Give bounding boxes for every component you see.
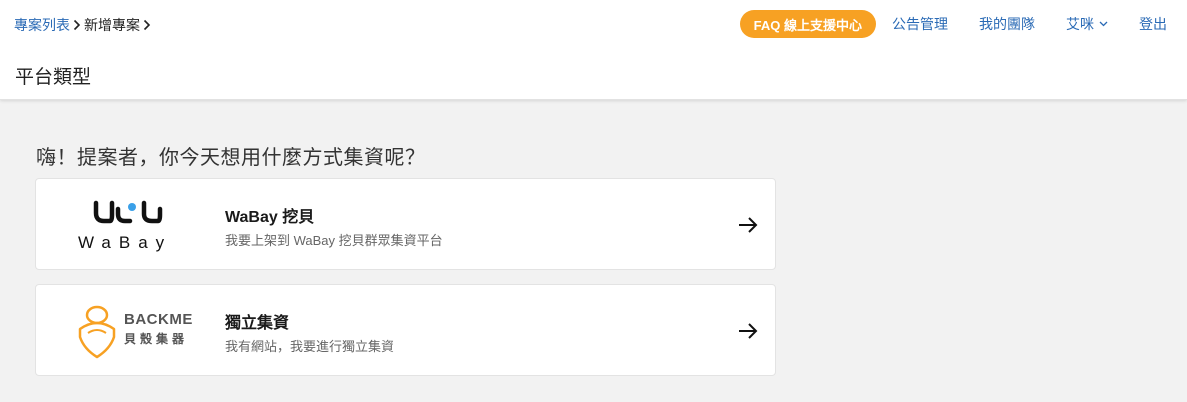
backme-logo: BACKME 貝殼集器 [74,297,234,365]
nav-announcements[interactable]: 公告管理 [892,14,948,34]
wabay-logo: WaBay [74,191,234,259]
option-title: WaBay 挖貝 [225,209,315,226]
option-subtitle: 我要上架到 WaBay 挖貝群眾集資平台 [225,233,443,248]
breadcrumb: 專案列表 新增專案 [14,15,154,35]
arrow-right-icon [737,320,759,342]
top-nav: FAQ 線上支援中心 公告管理 我的團隊 艾咪 登出 [739,10,1167,38]
user-menu[interactable]: 艾咪 [1066,14,1108,34]
chevron-right-icon [73,19,81,31]
option-card-wabay[interactable]: WaBay WaBay 挖貝 我要上架到 WaBay 挖貝群眾集資平台 [35,178,776,270]
option-card-independent[interactable]: BACKME 貝殼集器 獨立集資 我有網站，我要進行獨立集資 [35,284,776,376]
shell-icon [78,305,116,359]
wabay-logo-text: WaBay [78,233,172,252]
chevron-down-icon [1099,21,1108,27]
top-header: 專案列表 新增專案 平台類型 FAQ 線上支援中心 公告管理 我的團隊 艾咪 登… [0,0,1187,100]
logout-link[interactable]: 登出 [1139,14,1167,34]
option-title: 獨立集資 [225,315,290,332]
backme-logo-zh: 貝殼集器 [124,332,189,346]
arrow-right-icon [737,214,759,236]
platform-question: 嗨！提案者，你今天想用什麼方式集資呢？ [36,147,426,169]
breadcrumb-new-project: 新增專案 [84,17,140,33]
option-subtitle: 我有網站，我要進行獨立集資 [225,339,395,354]
backme-logo-en: BACKME [124,311,193,328]
page-title: 平台類型 [15,67,92,88]
user-name: 艾咪 [1066,16,1094,32]
faq-button[interactable]: FAQ 線上支援中心 [739,10,876,38]
breadcrumb-project-list[interactable]: 專案列表 [14,15,70,35]
chevron-right-icon [143,19,151,31]
nav-my-team[interactable]: 我的團隊 [979,14,1035,34]
